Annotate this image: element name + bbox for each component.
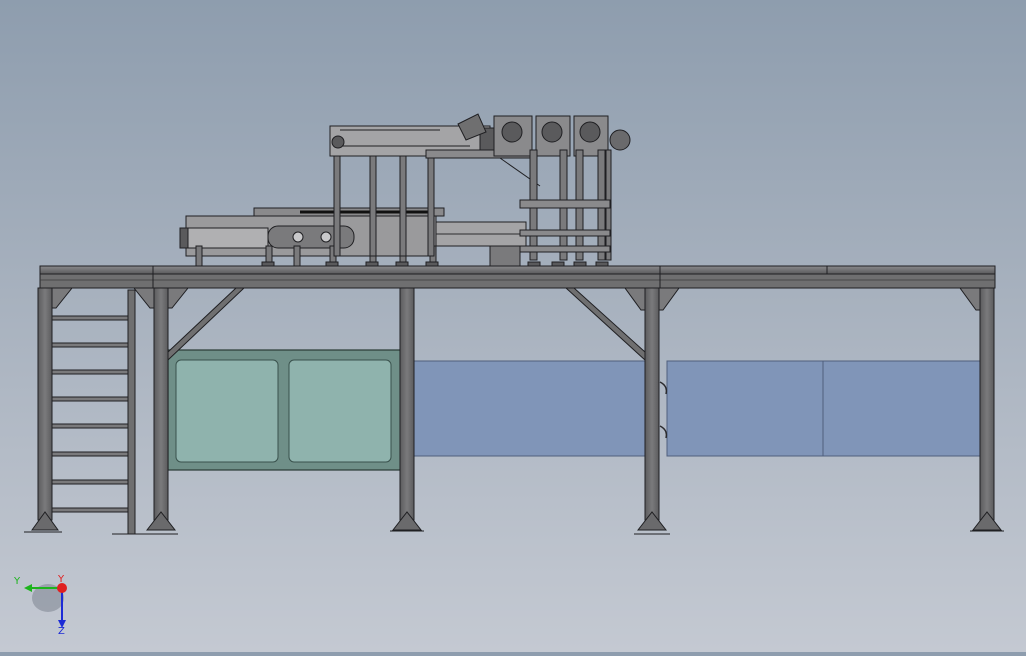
blue-panel-group <box>407 360 981 457</box>
lower-conveyor-belt <box>267 225 355 249</box>
machine-assembly <box>179 113 631 267</box>
column-4 <box>644 287 660 521</box>
triad-label-left: Y <box>13 576 21 587</box>
conveyor-end-roller <box>179 227 189 249</box>
deck-beam-main <box>39 273 996 289</box>
triad-y-axis-head <box>24 584 32 592</box>
triad-label-bottom: Z <box>58 626 65 637</box>
cad-viewport[interactable]: Y Y Z <box>0 0 1026 652</box>
deck-beam-top <box>39 265 996 275</box>
glass-pane-left <box>175 359 279 463</box>
ladder-rail-right <box>127 289 136 535</box>
column-3 <box>399 287 415 521</box>
blue-panel-2 <box>666 360 824 457</box>
column-1 <box>37 287 53 521</box>
glass-enclosure <box>167 349 403 471</box>
column-gussets <box>51 287 981 311</box>
view-triad[interactable]: Y Y Z <box>10 572 80 638</box>
triad-graphic: Y Y Z <box>13 574 67 637</box>
lower-conveyor-rail <box>185 227 269 249</box>
panel-hinge <box>659 381 668 439</box>
column-2 <box>153 287 169 521</box>
blue-panel-3 <box>822 360 981 457</box>
column-bases <box>24 511 1004 535</box>
column-5 <box>979 287 995 521</box>
assembly-drawing <box>24 113 1004 535</box>
ladder <box>51 289 136 535</box>
blue-panel-1 <box>407 360 649 457</box>
triad-label-top: Y <box>57 574 65 585</box>
platform-deck <box>39 265 996 289</box>
ladder-rungs <box>51 315 129 513</box>
glass-pane-right <box>288 359 392 463</box>
